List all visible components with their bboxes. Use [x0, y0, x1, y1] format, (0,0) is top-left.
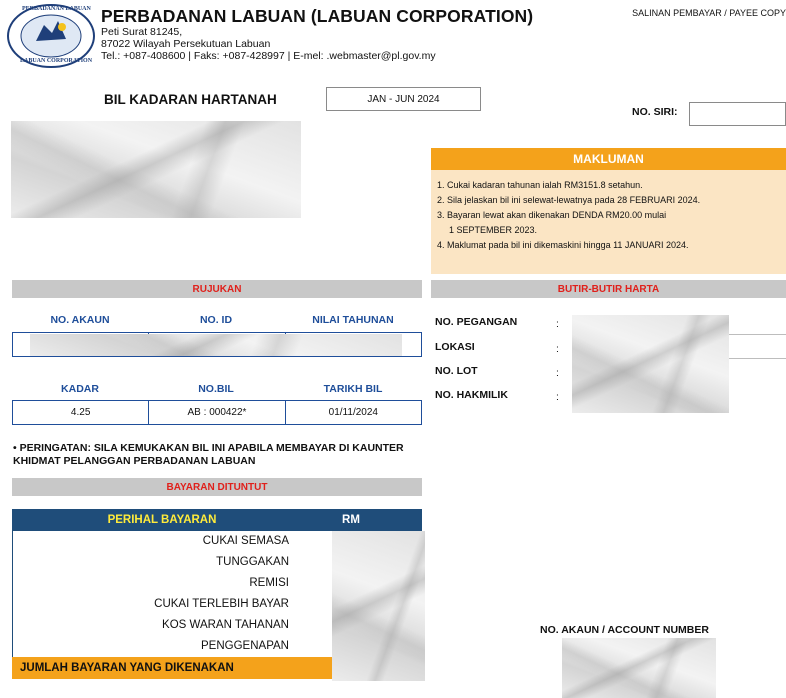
holding-number-label: NO. PEGANGAN [435, 316, 518, 328]
account-number-label: NO. AKAUN / ACCOUNT NUMBER [540, 624, 709, 636]
location-colon: : [556, 343, 559, 355]
corporation-logo: PERBADANAN LABUAN LABUAN CORPORATION [6, 3, 96, 69]
bill-number-value: AB : 000422* [148, 401, 284, 424]
notice-line-3: 3. Bayaran lewat akan dikenakan DENDA RM… [437, 210, 667, 220]
payment-table-header: PERIHAL BAYARAN RM [12, 509, 422, 531]
warrant-cost-row: KOS WARAN TAHANAN [162, 619, 289, 631]
logo-text-top: PERBADANAN LABUAN [22, 6, 91, 12]
arrears-row: TUNGGAKAN [216, 556, 289, 568]
address-line-1: Peti Surat 81245, [101, 26, 183, 38]
total-amount-row: JUMLAH BAYARAN YANG DIKENAKAN [12, 657, 332, 679]
notice-line-1: 1. Cukai kadaran tahunan ialah RM3151.8 … [437, 180, 643, 190]
notice-heading: MAKLUMAN [431, 148, 786, 170]
organization-title: PERBADANAN LABUAN (LABUAN CORPORATION) [101, 6, 534, 26]
remission-row: REMISI [249, 577, 289, 589]
title-number-colon: : [556, 391, 559, 403]
rounding-row: PENGGENAPAN [201, 640, 289, 652]
bill-date-header: TARIKH BIL [323, 383, 383, 395]
location-label: LOKASI [435, 341, 475, 353]
holding-number-colon: : [556, 318, 559, 330]
amount-due-heading: BAYARAN DITUNTUT [12, 478, 422, 496]
address-line-2: 87022 Wilayah Persekutuan Labuan [101, 38, 271, 50]
payment-amount-header: RM [342, 514, 360, 526]
redacted-property-details [572, 315, 729, 413]
reference-section-heading: RUJUKAN [12, 280, 422, 298]
contact-line: Tel.: +087-408600 | Faks: +087-428997 | … [101, 50, 436, 62]
id-number-header: NO. ID [199, 314, 233, 326]
property-details-heading: BUTIR-BUTIR HARTA [431, 280, 786, 298]
notice-line-3-continued: 1 SEPTEMBER 2023. [449, 225, 538, 235]
bill-date-value: 01/11/2024 [284, 401, 421, 424]
payment-table-left-border [12, 531, 13, 657]
redacted-account-barcode [562, 638, 716, 698]
redacted-reference-values [30, 334, 402, 356]
notice-line-4: 4. Maklumat pada bil ini dikemaskini hin… [437, 240, 689, 250]
current-tax-row: CUKAI SEMASA [202, 535, 289, 547]
reference-row-2: 4.25 AB : 000422* 01/11/2024 [12, 400, 422, 425]
payment-warning: • PERINGATAN: SILA KEMUKAKAN BIL INI APA… [13, 442, 404, 467]
account-number-header: NO. AKAUN [50, 314, 110, 326]
bill-number-header: NO.BIL [198, 383, 234, 395]
payment-description-header: PERIHAL BAYARAN [107, 514, 217, 526]
notice-line-2: 2. Sila jelaskan bil ini selewat-lewatny… [437, 195, 701, 205]
payee-copy-label: SALINAN PEMBAYAR / PAYEE COPY [632, 8, 786, 18]
serial-number-box [689, 102, 786, 126]
lot-number-colon: : [556, 367, 559, 379]
annual-value-header: NILAI TAHUNAN [312, 314, 394, 326]
rate-header: KADAR [61, 383, 99, 395]
bill-period: JAN - JUN 2024 [326, 87, 481, 111]
logo-text-bottom: LABUAN CORPORATION [20, 58, 93, 64]
lot-number-label: NO. LOT [435, 365, 478, 377]
rate-value: 4.25 [70, 407, 91, 418]
notice-body: 1. Cukai kadaran tahunan ialah RM3151.8 … [431, 170, 786, 274]
bill-title: BIL KADARAN HARTANAH [104, 92, 277, 107]
serial-number-label: NO. SIRI: [632, 106, 678, 118]
title-number-label: NO. HAKMILIK [435, 389, 508, 401]
redacted-owner-address [11, 121, 301, 218]
redacted-payment-amounts [332, 531, 425, 681]
overpaid-tax-row: CUKAI TERLEBIH BAYAR [154, 598, 289, 610]
